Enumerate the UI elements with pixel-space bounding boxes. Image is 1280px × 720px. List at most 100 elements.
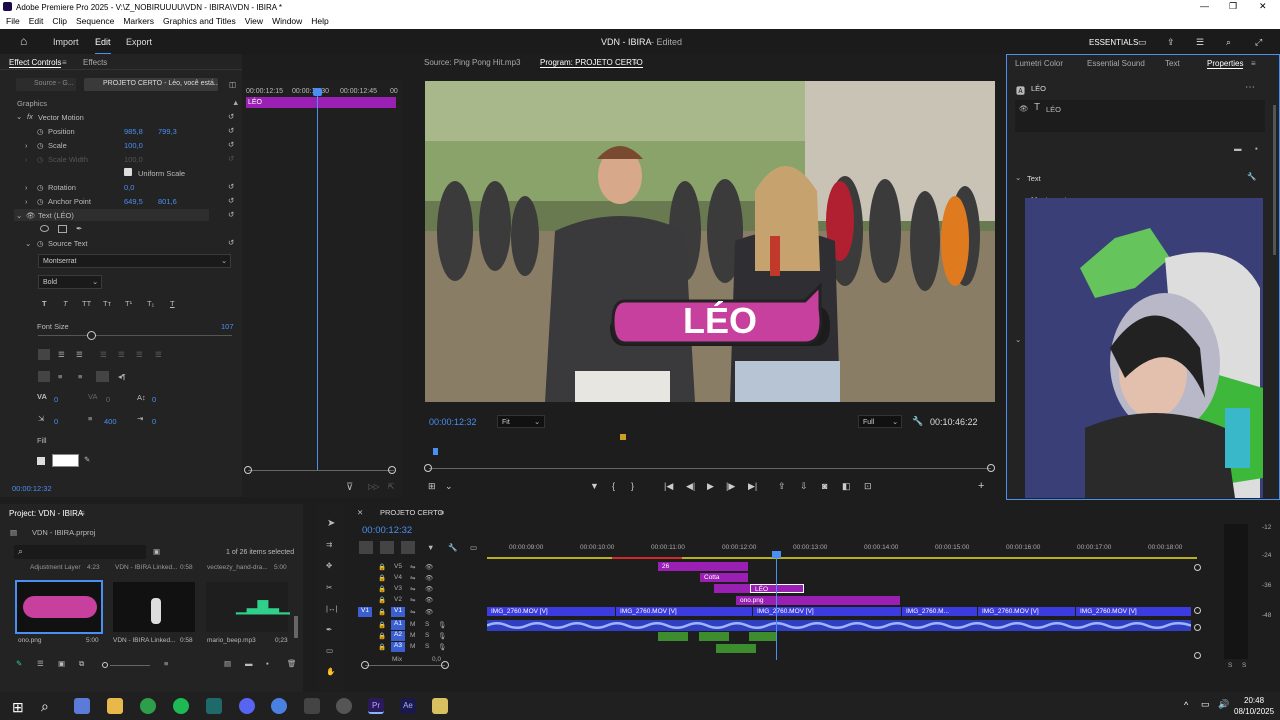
tab-source[interactable]: Source: Ping Pong Hit.mp3 <box>424 58 521 67</box>
reset-icon[interactable]: ↺ <box>228 112 234 121</box>
clock-date[interactable]: 08/10/2025 <box>1234 707 1274 716</box>
project-title[interactable]: Project: VDN - IBIRA <box>9 509 83 518</box>
fx-icon[interactable]: fx <box>27 112 33 121</box>
sync-icon[interactable]: ⇋ <box>410 574 415 582</box>
small-caps-icon[interactable]: Tт <box>103 299 111 308</box>
ec-zoom-handle-left[interactable] <box>244 466 252 474</box>
tab-effect-controls[interactable]: Effect Controls <box>9 58 62 68</box>
track-a1[interactable]: A1 <box>391 620 405 630</box>
track-v5[interactable]: V5 <box>394 563 402 570</box>
stopwatch-icon[interactable]: ◷ <box>37 197 44 206</box>
marker-icon[interactable] <box>620 434 626 440</box>
all-caps-icon[interactable]: TT <box>82 299 91 308</box>
solo-right[interactable]: S <box>1242 662 1246 669</box>
trash-icon[interactable]: 🗑 <box>287 659 297 668</box>
track-v2[interactable]: V2 <box>394 596 402 603</box>
tab-lumetri[interactable]: Lumetri Color <box>1015 59 1063 68</box>
menu-window[interactable]: Window <box>272 14 302 29</box>
thumb-linked[interactable] <box>113 582 195 632</box>
chevron-down-icon[interactable]: ⌄ <box>25 239 31 248</box>
camera-icon[interactable]: ◙ <box>822 481 827 491</box>
track-scroll-handle[interactable] <box>1194 607 1201 614</box>
step-forward-icon[interactable]: |▶ <box>726 481 735 492</box>
track-scroll-handle[interactable] <box>1194 624 1201 631</box>
discord-icon[interactable] <box>239 698 255 714</box>
menu-help[interactable]: Help <box>311 14 328 29</box>
video-frame[interactable]: LÉO <box>425 81 995 402</box>
export-icon[interactable]: ⇱ <box>388 482 394 491</box>
uniform-scale-checkbox[interactable] <box>124 168 132 176</box>
track-v4[interactable]: V4 <box>394 574 402 581</box>
menu-edit[interactable]: Edit <box>29 14 44 29</box>
fill-checkbox[interactable] <box>37 457 45 465</box>
mark-in-icon[interactable]: { <box>612 481 615 491</box>
position-y-value[interactable]: 799,3 <box>158 127 177 136</box>
tab-program[interactable]: Program: PROJETO CERTO <box>540 58 643 68</box>
panel-icon[interactable]: ▭ <box>1138 37 1147 48</box>
nest-icon[interactable] <box>359 541 373 554</box>
kerning-value[interactable]: 0 <box>54 395 58 404</box>
add-marker-icon[interactable]: ▼ <box>590 481 599 491</box>
new-item-icon[interactable]: ▪ <box>266 659 269 668</box>
mute-a1[interactable]: M <box>410 621 415 628</box>
lock-icon[interactable]: 🔒 <box>378 563 386 571</box>
media-icon[interactable] <box>432 698 448 714</box>
go-to-out-icon[interactable]: ▶| <box>748 481 757 492</box>
justify-icon[interactable]: ☰ <box>100 350 107 359</box>
tray-chevron-icon[interactable]: ^ <box>1184 700 1188 710</box>
export-tab[interactable]: Export <box>126 37 152 47</box>
pencil-icon[interactable]: ✎ <box>16 659 22 668</box>
start-icon[interactable]: ⊞ <box>12 699 24 716</box>
chevron-down-icon[interactable]: ⌄ <box>16 211 22 220</box>
eye-icon[interactable]: 👁 <box>425 585 433 593</box>
indent-value[interactable]: 0 <box>152 417 156 426</box>
bin-icon[interactable]: ▣ <box>153 547 160 556</box>
thumb-ono[interactable] <box>15 580 103 634</box>
sync-icon[interactable]: ⇋ <box>410 608 415 616</box>
lock-icon[interactable]: 🔒 <box>378 621 386 629</box>
audio-a1-clips[interactable] <box>486 620 1192 631</box>
justify-all-icon[interactable]: ☰ <box>155 350 162 359</box>
razor-tool-icon[interactable]: ✂ <box>326 583 332 592</box>
menu-markers[interactable]: Markers <box>123 14 154 29</box>
reset-icon[interactable]: ↺ <box>228 126 234 135</box>
track-a2[interactable]: A2 <box>391 631 405 641</box>
faux-bold-icon[interactable]: T <box>42 299 47 308</box>
copilot-icon[interactable] <box>74 698 90 714</box>
scrollbar-thumb[interactable] <box>1273 105 1276 255</box>
eye-icon[interactable]: 👁 <box>1019 104 1029 113</box>
font-size-slider-handle[interactable] <box>87 331 96 340</box>
menu-graphics[interactable]: Graphics and Titles <box>163 14 236 29</box>
clip-v3[interactable]: LÉO <box>750 584 804 593</box>
wrench-icon[interactable]: 🔧 <box>912 416 923 427</box>
leo-overlay-text[interactable]: LÉO <box>680 301 760 341</box>
workspace-label[interactable]: ESSENTIALS <box>1089 38 1138 47</box>
play-only-icon[interactable]: ▷▷ <box>368 482 380 491</box>
ec-zoom-handle-right[interactable] <box>388 466 396 474</box>
mark-out-icon[interactable]: } <box>631 481 634 491</box>
sync-icon[interactable]: ⇋ <box>410 563 415 571</box>
item-name-1[interactable]: ono.png <box>18 637 42 644</box>
chrome-icon[interactable] <box>140 698 156 714</box>
share-icon[interactable]: ⇪ <box>1167 37 1175 48</box>
import-tab[interactable]: Import <box>53 37 79 47</box>
search-icon[interactable]: ⌕ <box>41 698 49 715</box>
program-timecode[interactable]: 00:00:12:32 <box>429 417 477 427</box>
solo-left[interactable]: S <box>1228 662 1232 669</box>
close-tab-icon[interactable]: ✕ <box>357 508 363 517</box>
clip-v1[interactable]: IMG_2760.M... <box>902 607 977 616</box>
vr-icon[interactable]: ⊡ <box>864 481 872 492</box>
lock-icon[interactable]: 🔒 <box>378 596 386 604</box>
tab-text[interactable]: Text <box>1165 59 1180 68</box>
lift-icon[interactable]: ⇪ <box>778 481 786 492</box>
ec-playhead-handle[interactable] <box>313 88 322 96</box>
eyedropper-icon[interactable]: ✎ <box>84 455 90 464</box>
track-scroll-handle[interactable] <box>1194 564 1201 571</box>
panel-menu-icon[interactable]: ≡ <box>62 58 67 67</box>
maximize-icon[interactable]: ❐ <box>1229 1 1237 12</box>
timeline-zoom-right[interactable] <box>441 661 449 669</box>
solo-a1[interactable]: S <box>425 621 429 628</box>
panel-menu-icon[interactable]: ≡ <box>633 58 638 67</box>
sequence-tab[interactable]: PROJETO CERTO <box>380 508 443 517</box>
chevron-right-icon[interactable]: › <box>25 197 28 206</box>
